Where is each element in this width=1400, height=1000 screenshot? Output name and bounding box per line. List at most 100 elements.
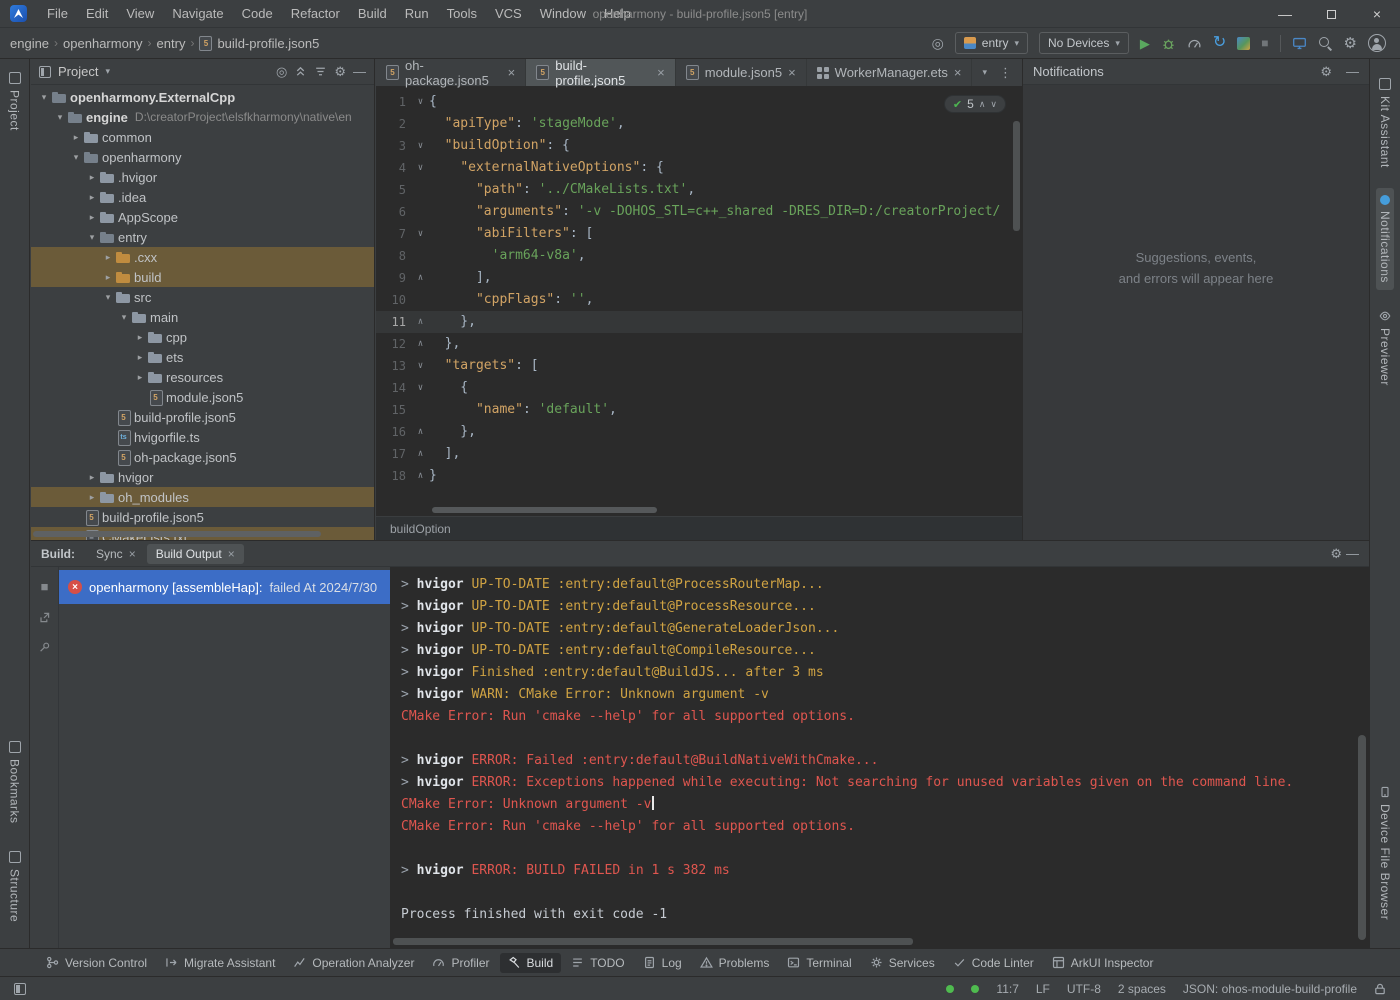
fold-icon[interactable]: ∧ — [412, 465, 429, 487]
tree-chevron-icon[interactable]: ▾ — [53, 112, 67, 123]
toolwindow-button-operation-analyzer[interactable]: Operation Analyzer — [285, 953, 422, 973]
tree-chevron-icon[interactable]: ▸ — [85, 492, 99, 503]
editor-vscrollbar[interactable] — [1013, 121, 1020, 231]
gear-icon[interactable]: ⚙ — [1330, 546, 1342, 562]
editor-hscrollbar[interactable] — [432, 507, 657, 513]
fold-icon[interactable]: ∧ — [412, 267, 429, 289]
hide-panel-icon[interactable]: — — [1346, 546, 1359, 561]
avatar[interactable] — [1368, 34, 1386, 52]
toolwindow-button-terminal[interactable]: Terminal — [779, 953, 859, 973]
tab-build-profile-json5[interactable]: 5build-profile.json5× — [526, 59, 676, 86]
toolwindow-button-services[interactable]: Services — [862, 953, 943, 973]
tool-tab-bookmarks[interactable]: Bookmarks — [6, 734, 24, 831]
tree-item-build-profile-json5[interactable]: 5build-profile.json5 — [31, 507, 374, 527]
tool-tab-kit-assistant[interactable]: Kit Assistant — [1376, 71, 1394, 175]
menu-navigate[interactable]: Navigate — [164, 3, 231, 24]
tree-item-engine[interactable]: ▾engineD:\creatorProject\elsfkharmony\na… — [31, 107, 374, 127]
toolwindow-button-log[interactable]: Log — [635, 953, 690, 973]
status-line-separator[interactable]: LF — [1036, 982, 1050, 996]
menu-view[interactable]: View — [118, 3, 162, 24]
fold-icon[interactable]: ∨ — [412, 135, 429, 157]
pin-icon[interactable] — [38, 641, 51, 654]
open-in-editor-icon[interactable] — [38, 611, 51, 624]
tab-close-icon[interactable]: × — [508, 66, 516, 79]
tree-chevron-icon[interactable]: ▸ — [85, 192, 99, 203]
toolwindow-button-migrate-assistant[interactable]: Migrate Assistant — [157, 953, 283, 973]
fold-icon[interactable]: ∧ — [412, 311, 429, 333]
tool-tab-notifications[interactable]: Notifications — [1376, 188, 1394, 290]
build-tab-sync[interactable]: Sync× — [87, 544, 145, 564]
toolwindow-button-problems[interactable]: Problems — [692, 953, 778, 973]
lock-icon[interactable] — [1374, 983, 1386, 995]
tree-chevron-icon[interactable]: ▸ — [133, 352, 147, 363]
tree-chevron-icon[interactable]: ▸ — [85, 172, 99, 183]
fold-icon[interactable]: ∧ — [412, 421, 429, 443]
tree-item-oh-package-json5[interactable]: 5oh-package.json5 — [31, 447, 374, 467]
toolwindow-button-version-control[interactable]: Version Control — [38, 953, 155, 973]
more-options-icon[interactable]: ⋮ — [999, 65, 1012, 81]
tab-close-icon[interactable]: × — [228, 547, 235, 561]
toolwindow-button-todo[interactable]: TODO — [563, 953, 632, 973]
menu-code[interactable]: Code — [234, 3, 281, 24]
tree-item-openharmony-externalcpp[interactable]: ▾openharmony.ExternalCpp — [31, 87, 374, 107]
editor-breadcrumb[interactable]: buildOption — [376, 516, 1022, 540]
collapse-all-icon[interactable] — [294, 65, 307, 78]
hide-panel-icon[interactable]: — — [353, 64, 366, 79]
fold-icon[interactable]: ∧ — [412, 443, 429, 465]
tree-item-src[interactable]: ▾src — [31, 287, 374, 307]
status-encoding[interactable]: UTF-8 — [1067, 982, 1101, 996]
tree-chevron-icon[interactable]: ▸ — [101, 272, 115, 283]
run-config-selector[interactable]: entry ▾ — [955, 32, 1028, 54]
tree-item-openharmony[interactable]: ▾openharmony — [31, 147, 374, 167]
console-vscrollbar[interactable] — [1358, 735, 1366, 940]
tab-close-icon[interactable]: × — [657, 66, 665, 79]
tree-chevron-icon[interactable]: ▸ — [133, 332, 147, 343]
status-indent[interactable]: 2 spaces — [1118, 982, 1166, 996]
tab-oh-package-json5[interactable]: 5oh-package.json5× — [376, 59, 526, 86]
menu-refactor[interactable]: Refactor — [283, 3, 348, 24]
menu-window[interactable]: Window — [532, 3, 594, 24]
status-caret-position[interactable]: 11:7 — [996, 982, 1018, 996]
fold-icon[interactable]: ∨ — [412, 157, 429, 179]
build-tab-build-output[interactable]: Build Output× — [147, 544, 244, 564]
tool-tab-previewer[interactable]: Previewer — [1376, 303, 1394, 393]
fold-icon[interactable]: ∧ — [412, 333, 429, 355]
fold-icon[interactable]: ∨ — [412, 223, 429, 245]
tree-chevron-icon[interactable]: ▾ — [37, 92, 51, 103]
prev-problem-icon[interactable]: ∧ — [979, 99, 986, 110]
tree-chevron-icon[interactable]: ▾ — [101, 292, 115, 303]
run-target-icon[interactable]: ◎ — [932, 36, 944, 50]
breadcrumb-item-build-profile-json5[interactable]: 5build-profile.json5 — [199, 36, 319, 51]
status-json-schema[interactable]: JSON: ohos-module-build-profile — [1183, 982, 1357, 996]
tree-item-build-profile-json5[interactable]: 5build-profile.json5 — [31, 407, 374, 427]
project-hscrollbar[interactable] — [33, 531, 321, 537]
chevron-down-icon[interactable]: ▾ — [105, 66, 110, 77]
tree-item-cpp[interactable]: ▸cpp — [31, 327, 374, 347]
hidden-tabs-icon[interactable]: ▾ — [982, 67, 987, 78]
tree-item--hvigor[interactable]: ▸.hvigor — [31, 167, 374, 187]
menu-edit[interactable]: Edit — [78, 3, 116, 24]
tree-chevron-icon[interactable]: ▸ — [69, 132, 83, 143]
tree-item-appscope[interactable]: ▸AppScope — [31, 207, 374, 227]
fold-icon[interactable]: ∨ — [412, 91, 429, 113]
tool-tab-device-file-browser[interactable]: Device File Browser — [1376, 779, 1394, 927]
tree-item-common[interactable]: ▸common — [31, 127, 374, 147]
tree-chevron-icon[interactable]: ▾ — [117, 312, 131, 323]
tree-item-hvigor[interactable]: ▸hvigor — [31, 467, 374, 487]
tree-chevron-icon[interactable]: ▸ — [85, 212, 99, 223]
tree-chevron-icon[interactable]: ▸ — [85, 472, 99, 483]
code-editor[interactable]: 1∨{2 "apiType": 'stageMode',3∨ "buildOpt… — [376, 87, 1022, 516]
tree-chevron-icon[interactable]: ▾ — [85, 232, 99, 243]
toolwindow-button-code-linter[interactable]: Code Linter — [945, 953, 1042, 973]
menu-tools[interactable]: Tools — [439, 3, 485, 24]
toolwindow-toggle-icon[interactable] — [14, 983, 26, 995]
stop-build-icon[interactable]: ■ — [41, 579, 49, 594]
tree-item-main[interactable]: ▾main — [31, 307, 374, 327]
tree-item-hvigorfile-ts[interactable]: tshvigorfile.ts — [31, 427, 374, 447]
tree-chevron-icon[interactable]: ▸ — [101, 252, 115, 263]
locate-file-icon[interactable]: ◎ — [276, 64, 287, 80]
tree-item--cxx[interactable]: ▸.cxx — [31, 247, 374, 267]
menu-file[interactable]: File — [39, 3, 76, 24]
tab-close-icon[interactable]: × — [788, 66, 796, 79]
breadcrumb-item-openharmony[interactable]: openharmony — [63, 36, 143, 51]
